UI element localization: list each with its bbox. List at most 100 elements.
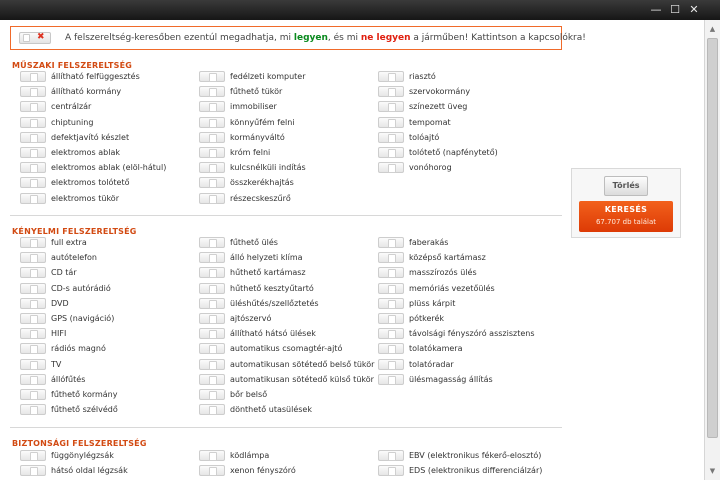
option-toggle[interactable] (199, 297, 225, 309)
option-label: elektromos ablak (51, 147, 120, 157)
option-toggle[interactable] (199, 86, 225, 98)
option-toggle[interactable] (378, 252, 404, 264)
option-toggle[interactable] (20, 450, 46, 461)
option-label: fűthető tükör (230, 87, 283, 97)
notice-negative: ne legyen (360, 33, 411, 43)
option-toggle[interactable] (20, 146, 46, 158)
notice-positive: legyen (293, 33, 328, 43)
option-toggle[interactable] (199, 328, 225, 340)
scroll-thumb[interactable] (707, 38, 718, 438)
option-toggle[interactable] (199, 71, 225, 82)
option-label: ülésmagasság állítás (409, 374, 493, 384)
option-toggle[interactable] (20, 343, 46, 355)
option-label: CD tár (51, 268, 77, 278)
option-label: plüss kárpit (409, 298, 456, 308)
search-panel: Törlés KERESÉS 67.707 db találat (571, 168, 681, 238)
option-toggle[interactable] (378, 450, 404, 461)
option-toggle[interactable] (20, 237, 46, 248)
option-toggle[interactable] (378, 116, 404, 128)
search-button-label: KERESÉS (604, 205, 648, 214)
result-count: 67.707 db találat (595, 218, 657, 226)
notice-text: A felszereltség-keresőben ezentúl megadh… (65, 33, 586, 43)
option-toggle[interactable] (378, 328, 404, 340)
option-toggle[interactable] (20, 192, 46, 204)
option-label: bőr belső (230, 389, 268, 399)
option-toggle[interactable] (199, 267, 225, 279)
option-toggle[interactable] (378, 297, 404, 309)
option-toggle[interactable] (378, 282, 404, 294)
vertical-scrollbar[interactable]: ▲ ▼ (704, 20, 720, 480)
scroll-up-icon[interactable]: ▲ (707, 23, 718, 35)
option-label: ködlámpa (230, 451, 270, 460)
option-toggle[interactable] (199, 116, 225, 128)
option-toggle[interactable] (378, 465, 404, 477)
option-toggle[interactable] (199, 312, 225, 324)
option-toggle[interactable] (199, 343, 225, 355)
option-toggle[interactable] (20, 282, 46, 294)
maximize-button[interactable]: ☐ (667, 2, 683, 17)
option-label: full extra (51, 238, 87, 247)
option-label: középső kartámasz (409, 253, 486, 263)
option-label: függönylégzsák (51, 451, 114, 460)
option-toggle[interactable] (20, 465, 46, 477)
option-toggle[interactable] (199, 465, 225, 477)
option-toggle[interactable] (378, 131, 404, 143)
option-toggle[interactable] (378, 373, 404, 385)
option-toggle[interactable] (199, 282, 225, 294)
option-toggle[interactable] (378, 358, 404, 370)
option-label: CD-s autórádió (51, 283, 111, 293)
option-toggle[interactable] (20, 101, 46, 113)
option-toggle[interactable] (199, 237, 225, 248)
option-toggle[interactable] (20, 116, 46, 128)
option-label: vonóhorog (409, 163, 452, 173)
minimize-button[interactable]: — (648, 2, 664, 17)
option-toggle[interactable] (20, 373, 46, 385)
close-button[interactable]: ✕ (686, 2, 702, 17)
option-toggle[interactable] (199, 252, 225, 264)
option-toggle[interactable] (199, 101, 225, 113)
option-toggle[interactable] (199, 192, 225, 204)
option-label: állítható kormány (51, 87, 122, 97)
option-toggle[interactable] (378, 71, 404, 82)
option-toggle[interactable] (20, 388, 46, 400)
option-toggle[interactable] (20, 358, 46, 370)
option-toggle[interactable] (378, 237, 404, 248)
option-label: hűthető kartámasz (230, 268, 306, 278)
option-toggle[interactable] (378, 146, 404, 158)
option-label: memóriás vezetőülés (409, 283, 495, 293)
option-label: centrálzár (51, 102, 92, 112)
option-toggle[interactable] (378, 162, 404, 174)
option-toggle[interactable] (378, 312, 404, 324)
option-toggle[interactable] (378, 267, 404, 279)
option-toggle[interactable] (199, 404, 225, 416)
option-toggle[interactable] (199, 358, 225, 370)
option-toggle[interactable] (20, 297, 46, 309)
option-toggle[interactable] (378, 343, 404, 355)
option-label: dönthető utasülések (230, 405, 312, 415)
scroll-down-icon[interactable]: ▼ (707, 465, 718, 477)
option-toggle[interactable] (20, 86, 46, 98)
option-toggle[interactable] (20, 131, 46, 143)
option-label: TV (51, 359, 62, 369)
search-button[interactable]: KERESÉS 67.707 db találat (579, 201, 673, 232)
option-label: kulcsnélküli indítás (230, 163, 306, 173)
option-toggle[interactable] (199, 388, 225, 400)
option-toggle[interactable] (199, 373, 225, 385)
option-toggle[interactable] (20, 312, 46, 324)
option-toggle[interactable] (199, 131, 225, 143)
option-toggle[interactable] (20, 267, 46, 279)
option-toggle[interactable] (20, 328, 46, 340)
option-toggle[interactable] (20, 177, 46, 189)
option-toggle[interactable] (378, 86, 404, 98)
option-toggle[interactable] (20, 252, 46, 264)
option-toggle[interactable] (199, 146, 225, 158)
option-toggle[interactable] (378, 101, 404, 113)
option-toggle[interactable] (20, 71, 46, 82)
option-toggle[interactable] (199, 177, 225, 189)
option-toggle[interactable] (20, 404, 46, 416)
reset-button[interactable]: Törlés (604, 176, 648, 196)
option-toggle[interactable] (199, 450, 225, 461)
option-label: GPS (navigáció) (51, 313, 115, 323)
option-toggle[interactable] (20, 162, 46, 174)
option-toggle[interactable] (199, 162, 225, 174)
